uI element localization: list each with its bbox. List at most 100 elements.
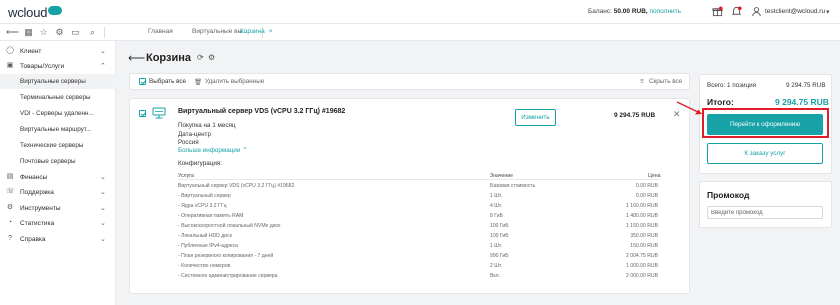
sidebar-subitem-mail-servers[interactable]: Почтовые серверы [0,154,116,169]
sidebar-item-label: Клиент [20,48,42,55]
config-price: 1 000.00 RUB [626,263,658,269]
config-value: 1 Шт. [490,243,503,249]
sidebar-subitem-label: Терминальные серверы [20,94,91,101]
config-value: Базовая стоимость [490,183,536,189]
settings-icon[interactable]: ⚙ [208,53,215,62]
grid-icon[interactable]: ▦ [23,27,34,38]
config-service: - Оперативная память RAM [178,213,244,219]
config-row: - Локальный HDD диск 100 ГиБ 350.00 RUB [178,231,660,241]
config-row: - Оперативная память RAM 8 ГиБ 1 480.00 … [178,211,660,221]
config-service: - Системное администрирование сервера [178,273,278,279]
summary-count: Всего: 1 позиция [707,82,757,89]
sidebar-item-client[interactable]: ◯ Клиент ⌄ [0,44,116,59]
chevron-down-icon: ⌄ [100,236,106,243]
config-row: Виртуальный сервер VDS (vCPU 3.2 ГГц) #1… [178,181,660,191]
top-bar: wcloud Баланс: 50.00 RUB, пополнить test… [0,0,840,24]
card-icon[interactable]: ▭ [70,27,81,38]
summary-amount: 9 294.75 RUB [786,82,826,89]
config-service: - Количество номеров [178,263,231,269]
back-to-services-button[interactable]: К заказу услуг [707,143,823,164]
back-arrow-icon[interactable]: ⟵ [128,51,145,65]
sidebar-item-help[interactable]: ? Справка ⌄ [0,232,116,247]
config-service: - Виртуальный сервер [178,193,231,199]
user-icon[interactable] [751,6,762,17]
chevron-up-icon: ⌃ [100,63,106,70]
config-price: 2 004.75 RUB [626,253,658,259]
config-value: Вкл. [490,273,501,279]
sidebar-subitem-label: Виртуальные серверы [20,78,86,85]
topup-link[interactable]: пополнить [650,8,682,15]
config-row: - Ядра vCPU 3.2 ГГц 4 Шт. 1 160.00 RUB [178,201,660,211]
sidebar-item-products[interactable]: ▣ Товары/Услуги ⌃ [0,59,116,74]
more-info-label: Больше информации [178,147,241,154]
logo[interactable]: wcloud [8,4,63,20]
config-price: 0.00 RUB [635,183,658,189]
more-info-link[interactable]: Больше информации ⌃ [178,147,247,154]
highlight-arrow-icon [676,101,702,115]
item-checkbox[interactable] [139,110,146,117]
server-icon [152,107,166,119]
back-icon[interactable]: ⟵ [6,27,19,38]
edit-button[interactable]: Изменить [515,109,556,126]
promo-input[interactable] [707,206,823,219]
sidebar-item-label: Поддержка [20,189,54,196]
chevron-down-icon[interactable]: ▾ [826,8,830,16]
chevron-down-icon: ⌄ [100,174,106,181]
delete-selected-button[interactable]: Удалить выбранные [205,78,264,85]
trash-icon[interactable]: 🗑 [194,78,202,86]
chart-icon: ◔ [7,219,13,226]
chevron-down-icon: ⌄ [100,189,106,196]
tab-cart[interactable]: Корзина × [240,28,273,35]
config-row: - Высокоскоростной локальный NVMe диск 1… [178,221,660,231]
config-value: 100 ГиБ [490,223,509,229]
divider [104,27,105,38]
star-icon[interactable]: ☆ [38,27,49,38]
sidebar-item-label: Статистика [20,220,55,227]
gear-icon: ⚙ [6,204,14,211]
notification-icon[interactable] [731,6,742,17]
config-title: Конфигурация: [178,160,223,167]
sidebar-item-statistics[interactable]: ◔ Статистика ⌄ [0,216,116,231]
config-value: 8 ГиБ [490,213,503,219]
config-value: 100 ГиБ [490,233,509,239]
refresh-icon[interactable]: ⟳ [197,53,204,62]
sidebar-subitem-label: Виртуальные маршрут... [20,126,92,133]
chevron-down-icon: ⌄ [100,220,106,227]
list-icon: ≡ [640,78,644,85]
total-amount: 9 294.75 RUB [775,97,829,107]
gift-icon[interactable] [712,6,723,17]
item-purchase: Покупка на 1 месяц [178,122,236,129]
promo-title: Промокод [707,190,750,200]
select-all-label[interactable]: Выбрать все [149,78,186,85]
config-value: 2 Шт. [490,263,503,269]
sidebar-item-tools[interactable]: ⚙ Инструменты ⌄ [0,201,116,216]
close-icon[interactable]: × [269,28,273,35]
chevron-up-icon: ⌃ [242,147,248,154]
sidebar-subitem-virtual-routers[interactable]: Виртуальные маршрут... [0,122,116,137]
search-icon[interactable]: ⌕ [87,27,98,38]
sidebar-item-finance[interactable]: ▤ Финансы ⌄ [0,170,116,185]
sidebar-subitem-vdi-servers[interactable]: VDI - Серверы удаленн... [0,106,116,121]
config-price: 1 480.00 RUB [626,213,658,219]
config-service: Виртуальный сервер VDS (vCPU 3.2 ГГц) #1… [178,183,295,189]
item-country: Россия [178,139,199,146]
config-row: - Системное администрирование сервера Вк… [178,271,660,281]
sidebar-subitem-virtual-servers[interactable]: Виртуальные серверы [0,74,116,89]
divider [178,179,660,180]
sidebar-subitem-technical-servers[interactable]: Технические серверы [0,138,116,153]
sidebar-item-label: Финансы [20,174,48,181]
user-email[interactable]: testclient@wcloud.ru [765,8,825,15]
sidebar-item-support[interactable]: ☏ Поддержка ⌄ [0,185,116,200]
tab-cart-label: Корзина [240,28,265,35]
config-row: - Публичные IPv4-адреса 1 Шт. 150.00 RUB [178,241,660,251]
sidebar-subitem-terminal-servers[interactable]: Терминальные серверы [0,90,116,105]
help-icon: ? [8,235,12,242]
select-all-checkbox[interactable] [139,78,146,85]
balance-label: Баланс: [588,8,612,15]
wallet-icon: ▤ [6,173,14,180]
config-price: 1 160.00 RUB [626,203,658,209]
gear-icon[interactable]: ⚙ [54,27,65,38]
tab-home[interactable]: Главная [148,28,173,35]
item-price: 9 294.75 RUB [614,112,656,119]
hide-all-button[interactable]: Скрыть все [649,78,682,85]
